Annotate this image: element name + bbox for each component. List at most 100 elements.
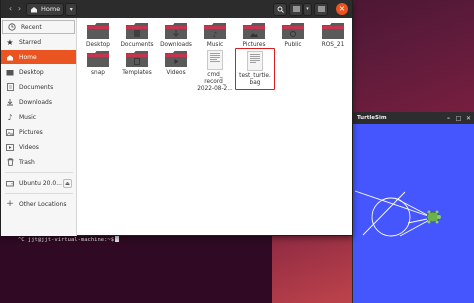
files-headerbar[interactable]: ‹ › Home ▾ ▾ × [1, 0, 352, 18]
sidebar-label: Home [19, 53, 37, 61]
sidebar-label: Desktop [19, 68, 44, 76]
folder-desktop[interactable]: Desktop [79, 22, 117, 49]
path-home-button[interactable]: Home [26, 2, 65, 16]
view-options-button[interactable]: ▾ [303, 2, 312, 16]
folder-icon [165, 23, 187, 39]
sidebar-item-home[interactable]: Home [1, 50, 76, 64]
document-icon [5, 83, 15, 91]
folder-icon [5, 69, 15, 76]
folder-music[interactable]: ♪ Music [196, 22, 234, 49]
view-toggle-button[interactable] [289, 2, 303, 16]
file-label: Music [206, 42, 224, 48]
file-label: cmd_ record_ 2022-08-2... [197, 72, 233, 92]
sidebar-divider [5, 193, 73, 194]
file-label: test_turtle. bag [239, 73, 271, 86]
terminal-prompt: ^C jjt@jjt-virtual-machine:~$ [18, 236, 120, 243]
turtlesim-window[interactable]: TurtleSim – □ ✕ [352, 112, 474, 303]
sidebar-label: Ubuntu 20.0... [19, 179, 62, 187]
path-menu-button[interactable]: ▾ [65, 2, 78, 16]
sidebar-item-desktop[interactable]: Desktop [1, 65, 76, 79]
folder-icon [322, 23, 344, 39]
sidebar-item-documents[interactable]: Documents [1, 80, 76, 94]
close-button[interactable]: × [336, 3, 348, 15]
sidebar-label: Starred [19, 38, 42, 46]
sidebar-item-other-locations[interactable]: + Other Locations [1, 197, 76, 211]
files-window[interactable]: ‹ › Home ▾ ▾ × Recent ★ Starred Home Des… [0, 0, 353, 236]
star-icon: ★ [6, 37, 14, 47]
text-file-icon [207, 50, 223, 70]
folder-icon [282, 23, 304, 39]
folder-public[interactable]: Public [274, 22, 312, 49]
chevron-down-icon: ▾ [306, 6, 309, 12]
file-label: Public [284, 42, 302, 48]
forward-icon[interactable]: › [15, 3, 24, 15]
folder-icon [87, 51, 109, 67]
folder-icon [126, 23, 148, 39]
file-label: snap [91, 70, 105, 76]
file-cmd-record[interactable]: cmd_ record_ 2022-08-2... [196, 50, 234, 93]
home-icon [5, 54, 15, 61]
maximize-icon[interactable]: □ [454, 114, 463, 123]
sidebar-item-videos[interactable]: Videos [1, 140, 76, 154]
turtlesim-titlebar[interactable]: TurtleSim – □ ✕ [353, 112, 474, 124]
sidebar-label: Music [19, 113, 37, 121]
folder-downloads[interactable]: Downloads [157, 22, 195, 49]
turtlesim-title: TurtleSim [357, 115, 387, 121]
folder-icon [126, 51, 148, 67]
terminal-prompt-text: ^C jjt@jjt-virtual-machine:~$ [18, 237, 115, 243]
trash-icon [5, 158, 15, 166]
file-grid: Desktop Documents Downloads ♪ Music Pict… [78, 18, 352, 235]
sidebar-item-starred[interactable]: ★ Starred [1, 35, 76, 49]
sidebar: Recent ★ Starred Home Desktop Documents [1, 18, 77, 236]
sidebar-divider [5, 172, 73, 173]
turtle-trail [354, 190, 434, 237]
folder-icon [87, 23, 109, 39]
turtle-icon [426, 210, 441, 224]
close-icon[interactable]: ✕ [464, 114, 473, 123]
folder-templates[interactable]: Templates [118, 50, 156, 77]
folder-pictures[interactable]: Pictures [235, 22, 273, 49]
file-test-turtle-bag[interactable]: test_turtle. bag [235, 48, 275, 90]
folder-icon [165, 51, 187, 67]
sidebar-label: Pictures [19, 128, 43, 136]
picture-icon [5, 128, 15, 136]
sidebar-item-pictures[interactable]: Pictures [1, 125, 76, 139]
sidebar-item-trash[interactable]: Trash [1, 155, 76, 169]
video-icon [5, 143, 15, 151]
sidebar-item-ubuntu-drive[interactable]: Ubuntu 20.0... ⏏ [1, 176, 76, 190]
eject-icon[interactable]: ⏏ [63, 178, 72, 188]
menu-button[interactable] [314, 2, 328, 16]
svg-text:♪: ♪ [213, 31, 217, 39]
file-label: Templates [122, 70, 152, 76]
minimize-icon[interactable]: – [444, 114, 453, 123]
folder-ros-21[interactable]: ROS_21 [314, 22, 352, 49]
binary-file-icon [247, 51, 263, 71]
sidebar-label: Documents [19, 83, 54, 91]
sidebar-item-recent[interactable]: Recent [2, 20, 75, 34]
file-label: Downloads [160, 42, 192, 48]
folder-videos[interactable]: Videos [157, 50, 195, 77]
path-label: Home [41, 5, 61, 13]
plus-icon: + [6, 199, 14, 209]
folder-documents[interactable]: Documents [118, 22, 156, 49]
sidebar-label: Other Locations [19, 200, 67, 208]
home-icon [31, 6, 37, 12]
music-icon: ♪ [7, 112, 13, 122]
folder-icon [243, 23, 265, 39]
search-icon [277, 6, 284, 13]
sidebar-label: Trash [19, 158, 35, 166]
folder-snap[interactable]: snap [79, 50, 117, 77]
back-icon[interactable]: ‹ [6, 3, 15, 15]
terminal-cursor [115, 236, 120, 242]
search-button[interactable] [273, 2, 287, 16]
folder-icon: ♪ [204, 23, 226, 39]
list-view-icon [292, 6, 300, 12]
file-label: ROS_21 [321, 42, 345, 48]
sidebar-item-music[interactable]: ♪ Music [1, 110, 76, 124]
close-icon: × [338, 4, 346, 13]
sidebar-label: Recent [21, 23, 42, 31]
sidebar-item-downloads[interactable]: Downloads [1, 95, 76, 109]
sidebar-label: Videos [19, 143, 39, 151]
file-label: Desktop [86, 42, 110, 48]
drive-icon [5, 180, 15, 187]
